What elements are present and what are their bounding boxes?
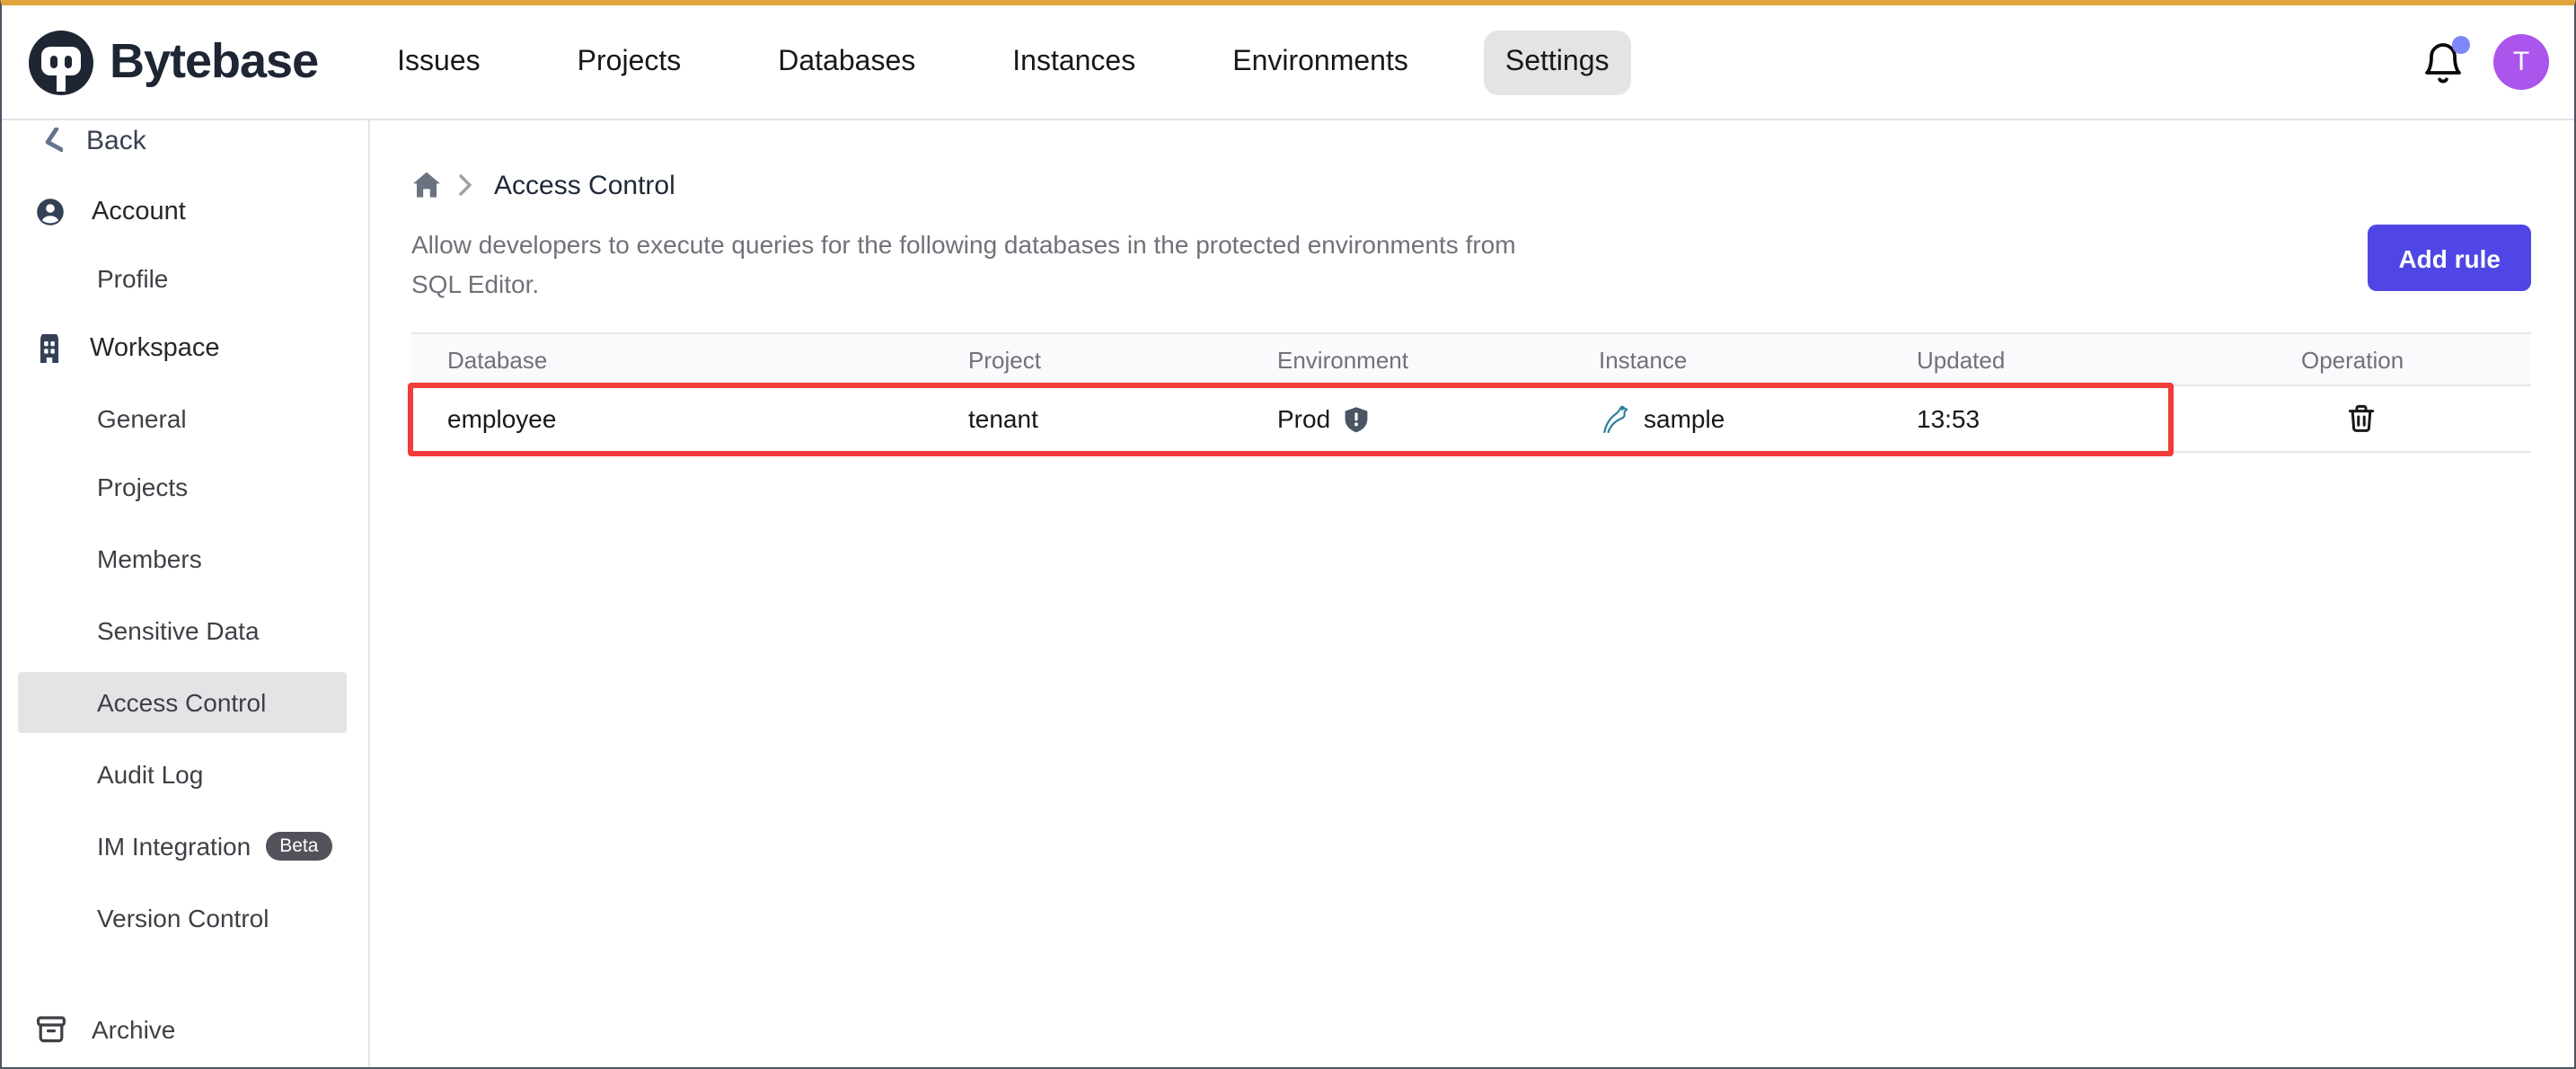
notification-bell-button[interactable] <box>2423 40 2463 84</box>
chevron-left-icon <box>43 127 63 154</box>
sidebar-item-label: IM Integration <box>97 832 251 861</box>
column-header-environment: Environment <box>1241 346 1563 373</box>
building-icon <box>36 334 63 363</box>
bytebase-logo[interactable]: Bytebase <box>27 28 318 96</box>
archive-icon <box>36 1015 66 1044</box>
sidebar-item-members[interactable]: Members <box>2 523 368 595</box>
cell-database: employee <box>411 404 932 433</box>
sidebar-item-label: Profile <box>97 264 168 293</box>
back-button[interactable]: Back <box>2 120 368 171</box>
sidebar-item-sensitive-data[interactable]: Sensitive Data <box>2 595 368 667</box>
environment-name: Prod <box>1277 404 1330 433</box>
sidebar-item-archive[interactable]: Archive <box>2 997 368 1062</box>
app-window: Bytebase Issues Projects Databases Insta… <box>0 0 2576 1069</box>
nav-item-databases[interactable]: Databases <box>756 30 937 94</box>
cell-updated: 13:53 <box>1881 404 2265 433</box>
sidebar-item-audit-log[interactable]: Audit Log <box>2 738 368 810</box>
sidebar-item-label: Sensitive Data <box>97 616 260 645</box>
chevron-right-icon <box>458 174 472 196</box>
beta-badge: Beta <box>265 833 332 861</box>
cell-operation <box>2265 404 2531 433</box>
sidebar-section-label: Workspace <box>90 334 220 363</box>
navbar-right: T <box>2423 34 2549 90</box>
sidebar-item-label: General <box>97 404 187 433</box>
back-label: Back <box>86 125 146 155</box>
home-icon[interactable] <box>411 171 442 199</box>
nav-item-issues[interactable]: Issues <box>375 30 502 94</box>
user-circle-icon <box>36 198 65 226</box>
main-content: Access Control Allow developers to execu… <box>370 120 2574 1067</box>
sidebar-item-label: Version Control <box>97 904 269 932</box>
bytebase-wordmark: Bytebase <box>110 34 318 90</box>
column-header-project: Project <box>932 346 1241 373</box>
sidebar-item-profile[interactable]: Profile <box>2 246 368 311</box>
cell-project: tenant <box>932 404 1241 433</box>
column-header-operation: Operation <box>2265 346 2531 373</box>
sidebar-item-label: Access Control <box>97 688 266 717</box>
nav-item-instances[interactable]: Instances <box>991 30 1157 94</box>
avatar[interactable]: T <box>2493 34 2549 90</box>
column-header-instance: Instance <box>1563 346 1881 373</box>
access-rules-table: Database Project Environment Instance Up… <box>411 332 2531 453</box>
nav-item-environments[interactable]: Environments <box>1211 30 1430 94</box>
column-header-database: Database <box>411 346 932 373</box>
nav-item-settings[interactable]: Settings <box>1484 30 1631 94</box>
sidebar-item-label: Projects <box>97 473 188 501</box>
delete-rule-button[interactable] <box>2348 404 2375 433</box>
sidebar-section-workspace[interactable]: Workspace <box>2 311 368 386</box>
sidebar-item-access-control[interactable]: Access Control <box>18 672 347 733</box>
table-header-row: Database Project Environment Instance Up… <box>411 332 2531 386</box>
settings-sidebar: Back Account Profile <box>2 120 370 1067</box>
breadcrumb-current: Access Control <box>494 170 675 200</box>
breadcrumb: Access Control <box>411 167 2531 203</box>
sidebar-item-projects[interactable]: Projects <box>2 451 368 523</box>
sidebar-item-general[interactable]: General <box>2 386 368 451</box>
top-navbar: Bytebase Issues Projects Databases Insta… <box>2 5 2574 120</box>
sidebar-section-label: Account <box>92 198 186 226</box>
column-header-updated: Updated <box>1881 346 2265 373</box>
archive-label: Archive <box>92 1015 175 1044</box>
sidebar-item-label: Audit Log <box>97 760 203 789</box>
bytebase-logo-icon <box>27 28 95 96</box>
instance-name: sample <box>1644 404 1725 433</box>
sidebar-item-version-control[interactable]: Version Control <box>2 882 368 954</box>
main-nav: Issues Projects Databases Instances Envi… <box>375 30 1630 94</box>
sidebar-item-label: Members <box>97 544 202 573</box>
notification-dot <box>2452 35 2470 53</box>
mysql-dolphin-icon <box>1599 403 1633 434</box>
add-rule-button[interactable]: Add rule <box>2368 225 2531 291</box>
page-description: Allow developers to execute queries for … <box>411 225 1516 304</box>
protected-shield-icon <box>1343 405 1368 432</box>
nav-item-projects[interactable]: Projects <box>556 30 703 94</box>
cell-instance: sample <box>1563 403 1881 434</box>
cell-environment: Prod <box>1241 404 1563 433</box>
sidebar-section-account[interactable]: Account <box>2 178 368 246</box>
sidebar-item-im-integration[interactable]: IM Integration Beta <box>2 810 368 882</box>
table-row[interactable]: employee tenant Prod <box>411 386 2531 453</box>
